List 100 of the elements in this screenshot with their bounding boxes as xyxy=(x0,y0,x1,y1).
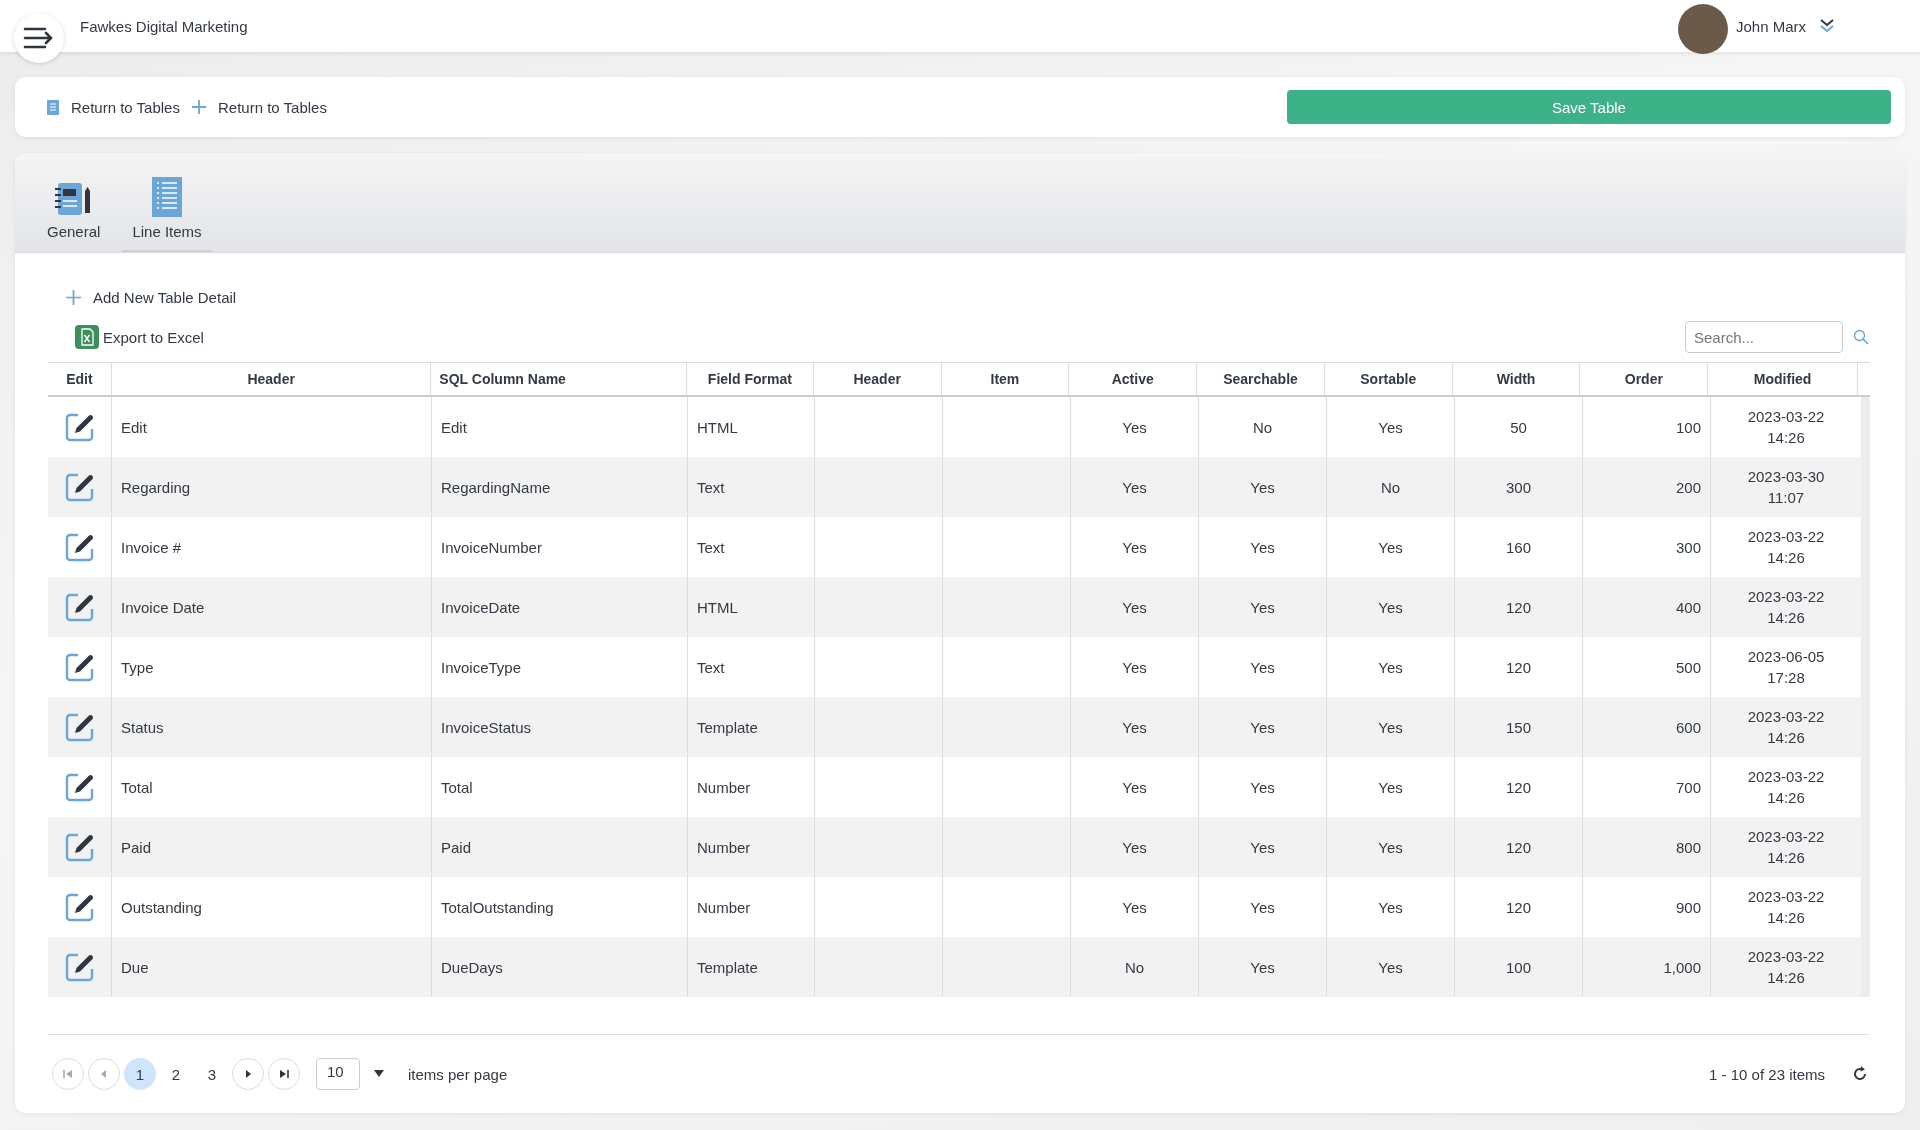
edit-icon[interactable] xyxy=(64,412,95,442)
edit-icon[interactable] xyxy=(64,532,95,562)
edit-icon[interactable] xyxy=(64,892,95,922)
table-cell: Yes xyxy=(1071,457,1199,517)
page-size-field[interactable]: 10 xyxy=(316,1058,360,1090)
table-cell: 2023-03-22 xyxy=(1747,588,1825,605)
notebook-icon xyxy=(54,181,93,217)
table-cell: DueDays xyxy=(432,937,688,997)
plus-icon xyxy=(66,290,81,305)
table-cell: 120 xyxy=(1455,577,1583,637)
double-chevron-icon[interactable] xyxy=(1818,17,1836,35)
table-cell: 2023-03-22 xyxy=(1747,888,1825,905)
user-avatar[interactable] xyxy=(1677,4,1728,54)
table-cell: Yes xyxy=(1199,817,1327,877)
table-cell: Invoice Date xyxy=(112,577,432,637)
table-cell: Yes xyxy=(1071,817,1199,877)
table-cell: 2023-03-22 xyxy=(1747,708,1825,725)
table-cell: 17:28 xyxy=(1767,669,1805,686)
next-icon xyxy=(243,1069,253,1079)
column-header[interactable]: Sortable xyxy=(1324,363,1453,395)
page-size-label: items per page xyxy=(408,1065,508,1083)
plus-icon xyxy=(191,100,206,114)
table-cell: 600 xyxy=(1583,697,1711,757)
table-cell: 11:07 xyxy=(1767,489,1805,506)
table-cell: Yes xyxy=(1071,697,1199,757)
table-cell: 2023-03-22 xyxy=(1747,528,1825,545)
table-cell: 2023-03-22 xyxy=(1747,828,1825,845)
search-field[interactable]: Search... xyxy=(1685,321,1843,353)
last-page-button[interactable] xyxy=(268,1058,300,1090)
last-page-icon xyxy=(279,1069,289,1079)
table-cell: 2023-03-22 xyxy=(1747,408,1825,425)
refresh-icon[interactable] xyxy=(1851,1065,1869,1083)
table-cell: 100 xyxy=(1455,937,1583,997)
table-cell: 400 xyxy=(1583,577,1711,637)
return-link[interactable]: Return to Tables xyxy=(217,98,327,116)
column-header[interactable]: Item xyxy=(941,363,1070,395)
previous-icon xyxy=(99,1069,109,1079)
edit-icon[interactable] xyxy=(64,592,95,622)
document-icon xyxy=(47,99,59,115)
table-cell: Yes xyxy=(1199,937,1327,997)
table-cell: Yes xyxy=(1327,937,1455,997)
menu-button[interactable] xyxy=(14,13,64,63)
table-cell: 14:26 xyxy=(1767,909,1805,926)
dropdown-icon[interactable] xyxy=(374,1070,384,1078)
table-cell: Yes xyxy=(1327,697,1455,757)
table-cell: 2023-03-22 xyxy=(1747,768,1825,785)
table-cell: 14:26 xyxy=(1767,609,1805,626)
column-header[interactable]: Field Format xyxy=(686,363,814,395)
page-button[interactable]: 3 xyxy=(196,1058,228,1090)
menu-icon xyxy=(23,26,55,50)
page-button[interactable]: 1 xyxy=(124,1058,156,1090)
table-cell: 2023-03-30 xyxy=(1747,468,1825,485)
return-link[interactable]: Return to Tables xyxy=(71,98,180,116)
column-header[interactable]: Width xyxy=(1452,363,1581,395)
table-cell: 2023-03-22 xyxy=(1747,948,1825,965)
export-excel-button[interactable]: Export to Excel xyxy=(75,325,204,349)
table-cell: Number xyxy=(688,817,815,877)
edit-icon[interactable] xyxy=(64,772,95,802)
column-header[interactable]: SQL Column Name xyxy=(431,363,687,395)
table-cell: Yes xyxy=(1071,577,1199,637)
table-cell: 120 xyxy=(1455,817,1583,877)
column-header[interactable]: Header xyxy=(111,363,432,395)
table-cell: Yes xyxy=(1327,577,1455,637)
table-cell: Yes xyxy=(1199,697,1327,757)
items-summary: 1 - 10 of 23 items xyxy=(1709,1065,1825,1083)
table-cell: 200 xyxy=(1583,457,1711,517)
table-cell: Paid xyxy=(112,817,432,877)
table-cell: Template xyxy=(688,937,815,997)
edit-icon[interactable] xyxy=(64,952,95,982)
user-name[interactable]: John Marx xyxy=(1735,17,1806,35)
table-cell: InvoiceDate xyxy=(432,577,688,637)
edit-icon[interactable] xyxy=(64,712,95,742)
table-cell: 150 xyxy=(1455,697,1583,757)
table-cell: Due xyxy=(112,937,432,997)
table-cell: RegardingName xyxy=(432,457,688,517)
table-cell: Yes xyxy=(1199,457,1327,517)
column-header[interactable]: Active xyxy=(1069,363,1198,395)
table-cell: No xyxy=(1071,937,1199,997)
table-cell: InvoiceStatus xyxy=(432,697,688,757)
table-cell: 14:26 xyxy=(1767,429,1805,446)
column-header[interactable]: Order xyxy=(1580,363,1709,395)
tab[interactable]: General xyxy=(37,181,111,252)
page-button[interactable]: 2 xyxy=(160,1058,192,1090)
column-header[interactable]: Searchable xyxy=(1197,363,1325,395)
tab[interactable]: Line Items xyxy=(122,177,212,252)
column-header[interactable]: Modified xyxy=(1708,363,1858,395)
table-cell: HTML xyxy=(688,577,815,637)
add-detail-link[interactable]: Add New Table Detail xyxy=(66,289,237,306)
table-cell: 1,000 xyxy=(1583,937,1711,997)
column-header[interactable]: Header xyxy=(813,363,942,395)
column-header[interactable]: Edit xyxy=(48,363,112,395)
edit-icon[interactable] xyxy=(64,652,95,682)
search-icon[interactable] xyxy=(1853,329,1869,345)
edit-icon[interactable] xyxy=(64,472,95,502)
edit-icon[interactable] xyxy=(64,832,95,862)
scrollbar[interactable] xyxy=(1861,397,1870,997)
table-cell: Paid xyxy=(432,817,688,877)
spreadsheet-icon xyxy=(75,325,99,349)
table-cell: Regarding xyxy=(112,457,432,517)
company-name: Fawkes Digital Marketing xyxy=(80,17,248,35)
